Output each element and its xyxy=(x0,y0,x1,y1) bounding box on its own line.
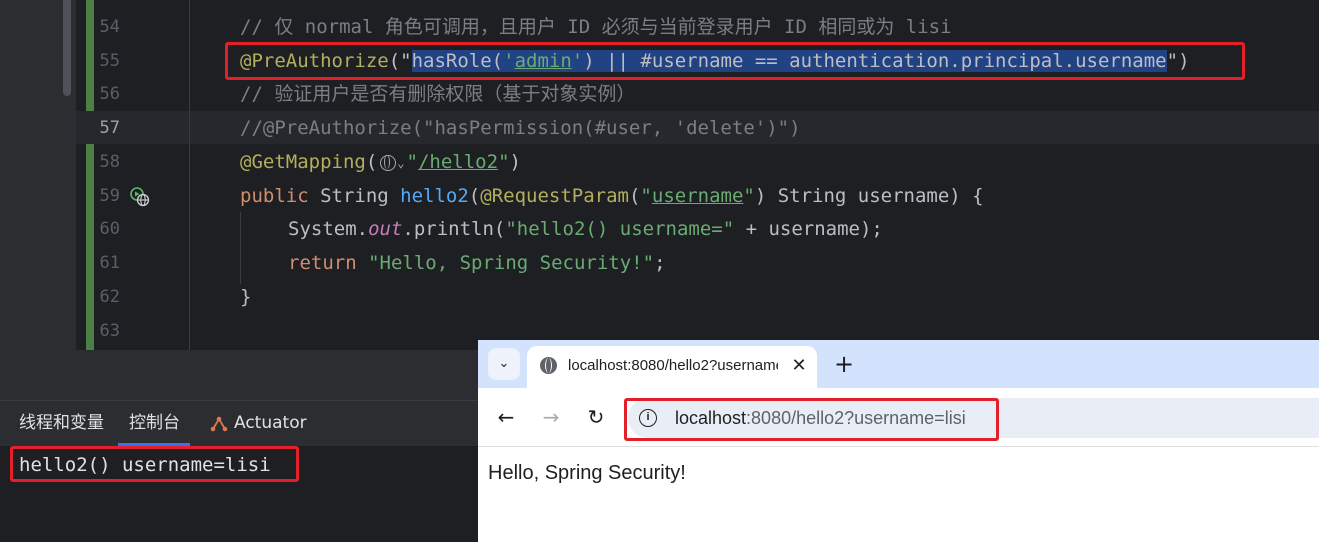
paren-open: ( xyxy=(628,185,641,207)
string-literal: "Hello, Spring Security!" xyxy=(356,252,655,274)
line-number: 63 xyxy=(99,321,120,341)
return-statement[interactable]: return "Hello, Spring Security!"; xyxy=(288,246,666,280)
reload-button[interactable]: ↻ xyxy=(584,405,608,429)
quote: " xyxy=(743,185,755,207)
new-tab-button[interactable]: + xyxy=(832,350,856,378)
keyword: return xyxy=(288,252,357,274)
line-number: 57 xyxy=(99,118,120,138)
run-gutter-icon[interactable] xyxy=(128,185,150,207)
param-annotation: @RequestParam xyxy=(480,185,629,207)
code-line-59: 59 public String hello2(@RequestParam("u… xyxy=(0,179,1319,213)
web-endpoint-icon[interactable] xyxy=(380,154,397,171)
return-type: String xyxy=(308,185,401,207)
getmapping-annotation-line[interactable]: @GetMapping(⌄ "/hello2") xyxy=(240,145,521,180)
keyword: public xyxy=(240,185,309,207)
println-statement[interactable]: System.out.println("hello2() username=" … xyxy=(288,212,883,246)
code-text: ; xyxy=(654,252,666,274)
quote: " xyxy=(640,185,652,207)
mapping-path: /hello2 xyxy=(417,151,499,173)
panel-divider xyxy=(0,400,478,401)
line-number: 59 xyxy=(99,186,120,206)
code-line-57: 57 //@PreAuthorize("hasPermission(#user,… xyxy=(0,111,1319,145)
method-name: hello2 xyxy=(400,185,469,207)
method-signature[interactable]: public String hello2(@RequestParam("user… xyxy=(240,179,984,213)
tab-actuator[interactable]: Actuator xyxy=(234,403,307,443)
field-name: out xyxy=(368,218,403,240)
tab-title: localhost:8080/hello2?username=lisi xyxy=(568,357,778,374)
highlight-box-annotation xyxy=(225,42,1245,80)
tab-threads-variables[interactable]: 线程和变量 xyxy=(19,403,104,443)
chevron-down-icon: ⌄ xyxy=(498,356,510,371)
code-line-56: 56 // 验证用户是否有删除权限（基于对象实例） xyxy=(0,77,1319,111)
globe-icon xyxy=(540,357,557,374)
line-number: 58 xyxy=(99,152,120,172)
closing-brace[interactable]: } xyxy=(240,280,251,314)
quote: " xyxy=(498,151,510,173)
chevron-down-icon[interactable]: ⌄ xyxy=(397,156,404,170)
code-comment[interactable]: // 验证用户是否有删除权限（基于对象实例） xyxy=(240,77,635,111)
highlight-box-console xyxy=(10,446,299,482)
code-comment[interactable]: // 仅 normal 角色可调用，且用户 ID 必须与当前登录用户 ID 相同… xyxy=(240,10,952,44)
line-number: 54 xyxy=(99,17,120,37)
page-content: Hello, Spring Security! xyxy=(488,462,686,484)
line-number: 55 xyxy=(99,51,120,71)
code-text: System. xyxy=(288,218,369,240)
paren-close: ) xyxy=(509,151,521,173)
code-line-54: 54 // 仅 normal 角色可调用，且用户 ID 必须与当前登录用户 ID… xyxy=(0,10,1319,44)
line-number: 56 xyxy=(99,84,120,104)
code-comment[interactable]: //@PreAuthorize("hasPermission(#user, 'd… xyxy=(240,111,801,145)
code-line-62: 62 } xyxy=(0,280,1319,314)
highlight-box-url xyxy=(624,398,999,441)
line-number: 60 xyxy=(99,219,120,239)
forward-button[interactable]: → xyxy=(539,405,563,429)
quote: " xyxy=(406,151,418,173)
paren-open: ( xyxy=(365,151,378,173)
paren-open: ( xyxy=(468,185,481,207)
code-line-58: 58 @GetMapping(⌄ "/hello2") xyxy=(0,145,1319,179)
line-number: 61 xyxy=(99,253,120,273)
code-text: ) String username) { xyxy=(754,185,984,207)
code-line-60: 60 System.out.println("hello2() username… xyxy=(0,212,1319,246)
tab-search-button[interactable]: ⌄ xyxy=(488,348,520,380)
code-line-61: 61 return "Hello, Spring Security!"; xyxy=(0,246,1319,280)
code-text: + username); xyxy=(734,218,883,240)
tab-console[interactable]: 控制台 xyxy=(129,403,180,443)
annotation-name: @GetMapping xyxy=(240,151,366,173)
close-tab-button[interactable]: ✕ xyxy=(789,352,809,380)
string-literal: "hello2() username=" xyxy=(505,218,735,240)
actuator-icon xyxy=(210,416,228,432)
back-button[interactable]: ← xyxy=(494,405,518,429)
line-number: 62 xyxy=(99,287,120,307)
code-text: .println( xyxy=(402,218,506,240)
param-name-string: username xyxy=(651,185,744,207)
